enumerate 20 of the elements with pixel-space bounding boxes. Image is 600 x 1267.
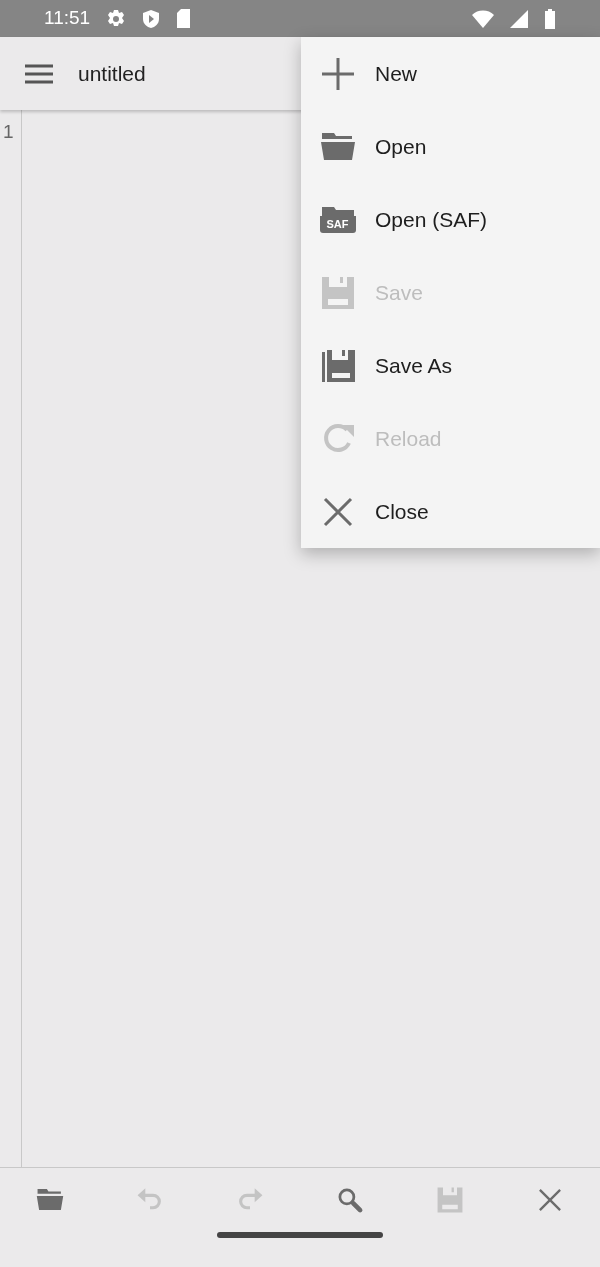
document-title: untitled [78,60,146,87]
line-number: 1 [3,120,15,144]
status-time: 11:51 [44,6,91,31]
sd-card-icon [176,9,192,28]
menu-item[interactable]: SAF Open (SAF) [301,183,600,256]
battery-icon [544,8,556,29]
close-icon [536,1186,564,1214]
plus-icon [319,55,356,92]
shield-icon [142,8,161,29]
signal-icon [510,9,528,28]
menu-item[interactable]: New [301,37,600,110]
search-icon [336,1186,364,1214]
menu-item[interactable]: Open [301,110,600,183]
wifi-icon [472,9,494,28]
gear-icon [106,8,127,29]
menu-item[interactable]: Save As [301,329,600,402]
menu-icon [24,64,54,85]
floppy-disks-icon [319,347,356,384]
folder-tab-icon [319,206,356,216]
menu-item[interactable]: Close [301,475,600,548]
